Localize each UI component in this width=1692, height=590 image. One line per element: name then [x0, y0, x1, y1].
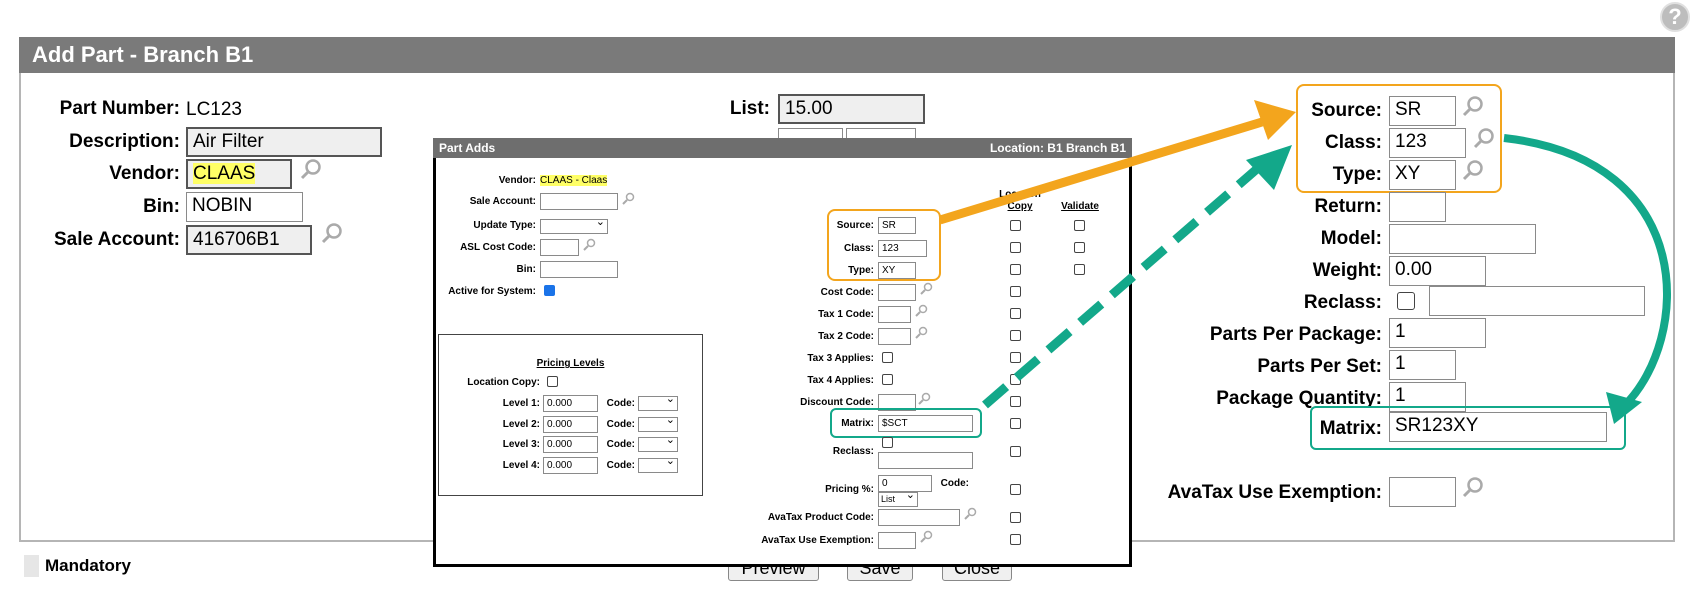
- teal-curved-arrow-line: [1503, 134, 1671, 408]
- annotation-arrows-layer: [938, 100, 1671, 424]
- teal-dashed-arrow-line: [982, 164, 1261, 409]
